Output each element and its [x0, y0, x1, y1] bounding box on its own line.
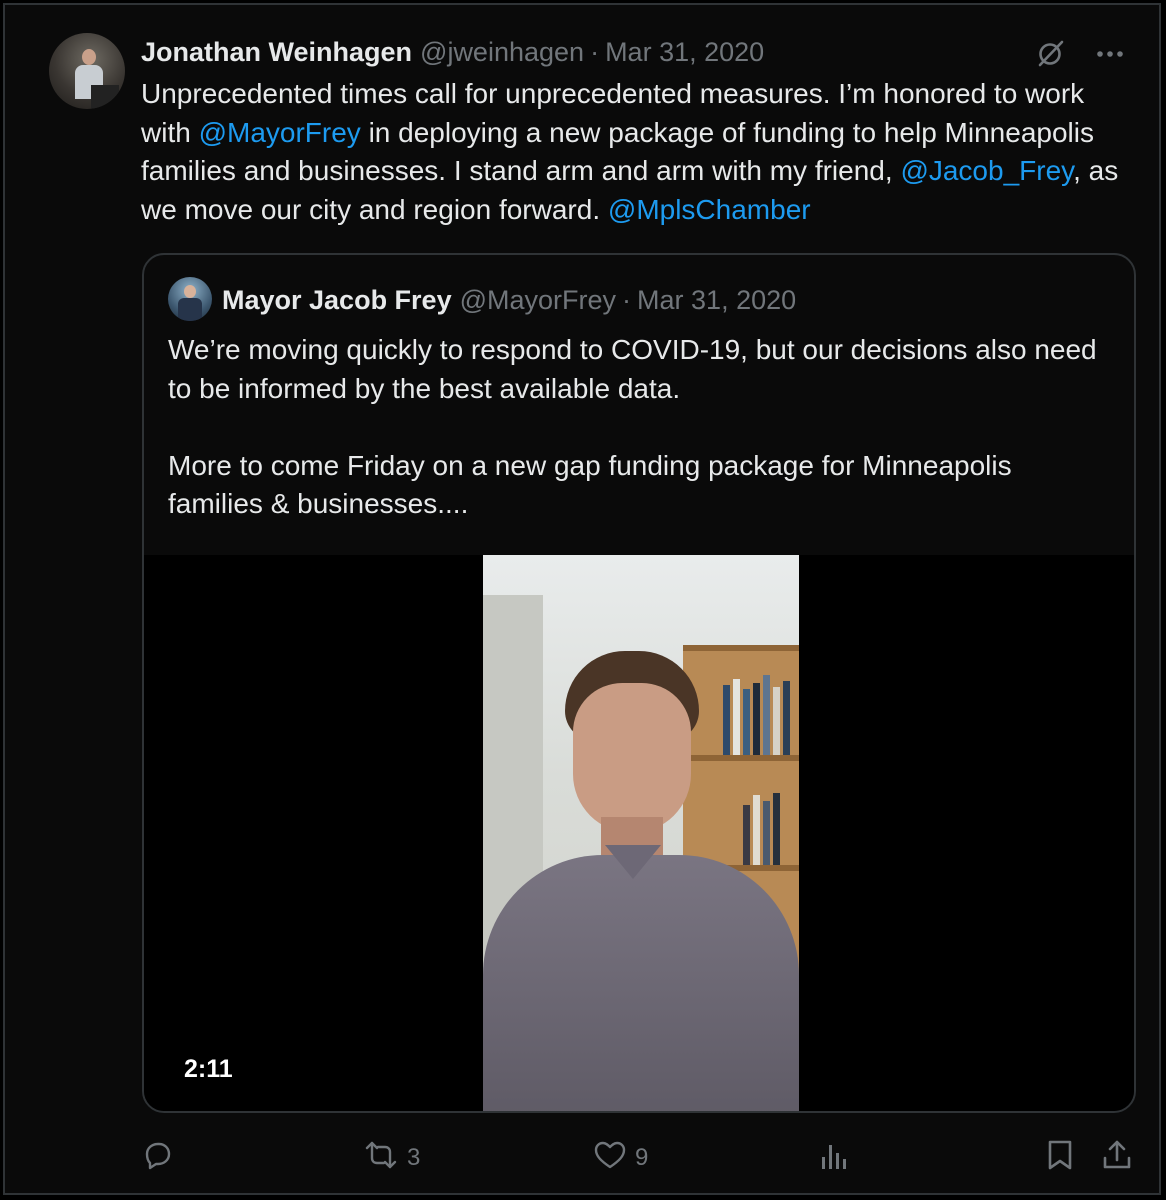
bookmark-icon [1045, 1138, 1075, 1179]
header-separator: · [590, 36, 600, 67]
quoted-author-handle[interactable]: @MayorFrey [460, 285, 616, 316]
quoted-paragraph-1: We’re moving quickly to respond to COVID… [168, 334, 1097, 404]
person-shirt [483, 855, 799, 1111]
views-icon [819, 1139, 849, 1178]
like-count: 9 [635, 1144, 649, 1171]
share-button[interactable] [1101, 1135, 1133, 1181]
quoted-header-separator: · [622, 284, 632, 315]
views-button[interactable] [819, 1135, 849, 1181]
grok-icon[interactable] [1033, 37, 1067, 71]
quoted-paragraph-2: More to come Friday on a new gap funding… [168, 449, 1012, 520]
tweet-date[interactable]: Mar 31, 2020 [605, 37, 764, 68]
action-bar: 3 9 [141, 1135, 1141, 1181]
tweet-header: Jonathan Weinhagen @jweinhagen · Mar 31,… [141, 33, 764, 71]
retweet-icon [363, 1138, 399, 1179]
video-duration: 2:11 [184, 1055, 233, 1083]
retweet-button[interactable]: 3 [363, 1135, 420, 1181]
author-handle[interactable]: @jweinhagen [420, 37, 584, 68]
reply-button[interactable] [141, 1135, 175, 1181]
author-name[interactable]: Jonathan Weinhagen [141, 37, 412, 68]
heart-icon [593, 1139, 627, 1178]
bookmark-button[interactable] [1045, 1135, 1075, 1181]
video-player[interactable]: 2:11 [144, 555, 1134, 1111]
person-face [573, 683, 691, 833]
quoted-header: Mayor Jacob Frey @MayorFrey · Mar 31, 20… [222, 281, 796, 319]
like-button[interactable]: 9 [593, 1135, 648, 1181]
video-frame[interactable] [483, 555, 799, 1111]
quoted-date[interactable]: Mar 31, 2020 [637, 285, 796, 316]
tweet-text: Unprecedented times call for unprecedent… [141, 78, 1119, 225]
mention-link[interactable]: @MplsChamber [608, 194, 811, 225]
author-avatar[interactable] [49, 33, 125, 109]
tweet-card[interactable]: Jonathan Weinhagen @jweinhagen · Mar 31,… [3, 3, 1161, 1195]
quoted-text: We’re moving quickly to respond to COVID… [168, 331, 1108, 524]
more-icon[interactable] [1093, 37, 1127, 71]
quoted-author-name[interactable]: Mayor Jacob Frey [222, 285, 452, 316]
quoted-author-avatar[interactable] [168, 277, 212, 321]
top-actions [1033, 37, 1127, 71]
mention-link[interactable]: @MayorFrey [199, 117, 361, 148]
retweet-count: 3 [407, 1144, 421, 1171]
share-icon [1101, 1138, 1133, 1179]
quoted-tweet[interactable]: Mayor Jacob Frey @MayorFrey · Mar 31, 20… [142, 253, 1136, 1113]
reply-icon [141, 1138, 175, 1179]
mention-link[interactable]: @Jacob_Frey [900, 155, 1073, 186]
